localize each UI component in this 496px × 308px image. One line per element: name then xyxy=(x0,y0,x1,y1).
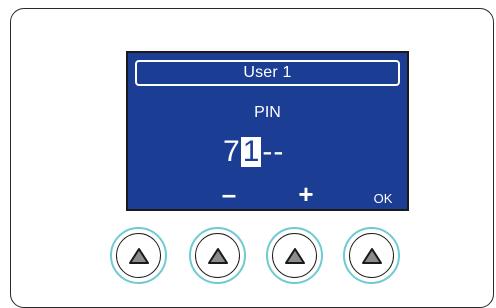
pin-digit-1: 7 xyxy=(223,135,240,168)
button-1[interactable] xyxy=(110,227,167,284)
keypad-device: User 1 PIN 7 1 -- – + OK xyxy=(10,8,494,308)
pin-cursor-digit: 1 xyxy=(240,135,262,168)
triangle-up-icon xyxy=(128,247,149,264)
softkey-minus-label: – xyxy=(221,179,237,209)
triangle-up-icon xyxy=(284,247,305,264)
lcd-display: User 1 PIN 7 1 -- – + OK xyxy=(126,51,409,211)
display-header: User 1 xyxy=(135,60,400,86)
pin-entry: 7 1 -- xyxy=(223,135,284,169)
softkey-plus-label: + xyxy=(298,179,314,209)
button-4[interactable] xyxy=(343,227,400,284)
user-title: User 1 xyxy=(243,64,292,81)
button-2[interactable] xyxy=(189,227,246,284)
pin-empty-digits: -- xyxy=(262,135,285,168)
triangle-up-icon xyxy=(361,247,382,264)
pin-label: PIN xyxy=(254,104,281,121)
button-3[interactable] xyxy=(266,227,323,284)
softkey-ok-label: OK xyxy=(373,190,393,206)
triangle-up-icon xyxy=(207,247,228,264)
